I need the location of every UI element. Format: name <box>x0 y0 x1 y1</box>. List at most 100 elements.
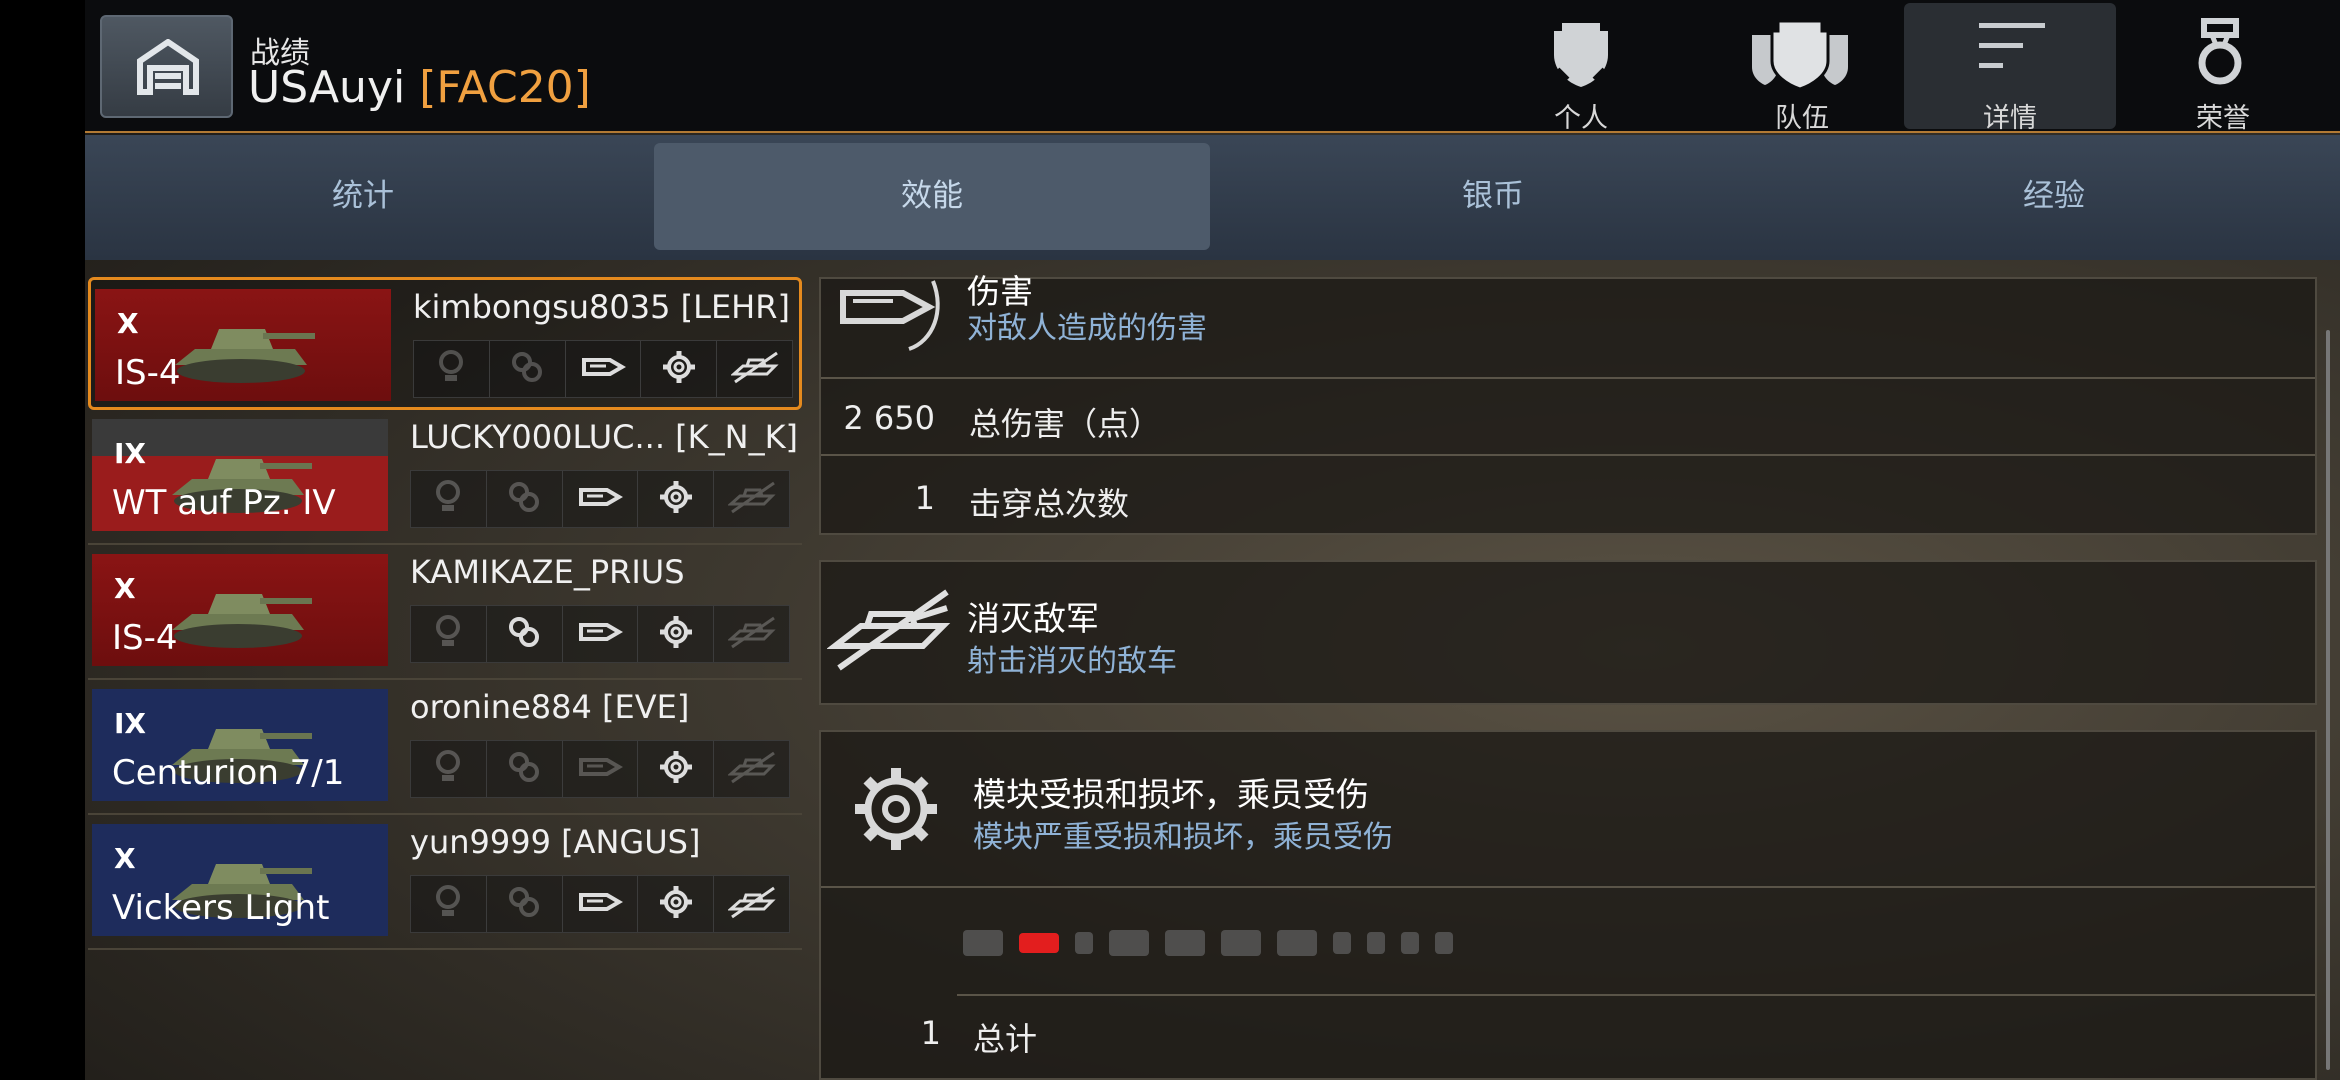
achievement-icons <box>410 740 790 798</box>
achievement-icons <box>410 470 790 528</box>
tab-credits[interactable]: 银币 <box>1215 143 1771 250</box>
tab-statistics[interactable]: 统计 <box>85 143 641 250</box>
modules-panel: 模块受损和损坏，乘员受伤 模块严重受损和损坏，乘员受伤 1 总计 <box>819 730 2317 1080</box>
clan-tag: [FAC20] <box>419 62 591 113</box>
achievement-slot <box>563 471 639 527</box>
achievement-slot <box>487 876 563 932</box>
achievement-slot <box>714 471 789 527</box>
assist-icon <box>506 884 542 924</box>
assist-icon <box>506 479 542 519</box>
achievement-slot <box>641 341 718 397</box>
shell-icon <box>577 887 623 921</box>
player-row[interactable]: IX WT auf Pz. IV LUCKY000LUC... [K_N_K] <box>88 410 802 545</box>
gear-icon <box>659 750 693 788</box>
achievement-slot <box>714 876 789 932</box>
shell-icon <box>577 482 623 516</box>
turret-icon <box>1165 930 1205 956</box>
driver-icon <box>1367 932 1385 954</box>
tier-label: IX <box>114 707 147 740</box>
penetrations-label: 击穿总次数 <box>969 485 1130 523</box>
kills-desc: 射击消灭的敌车 <box>967 644 1177 679</box>
nav-label: 队伍 <box>1775 103 1829 134</box>
lightbulb-icon <box>433 749 463 789</box>
shell-icon <box>580 352 626 386</box>
garage-button[interactable] <box>100 15 233 118</box>
assist-icon <box>506 749 542 789</box>
destroyed-tank-icon <box>726 480 776 518</box>
player-row[interactable]: X IS-4 KAMIKAZE_PRIUS <box>88 545 802 680</box>
nation-flag: IX WT auf Pz. IV <box>92 419 388 531</box>
modules-title: 模块受损和损坏，乘员受伤 <box>973 775 1369 814</box>
divider <box>821 377 2315 379</box>
divider <box>821 886 2315 888</box>
player-row[interactable]: X Vickers Light yun9999 [ANGUS] <box>88 815 802 950</box>
nav-label: 个人 <box>1554 103 1608 134</box>
achievement-slot <box>563 741 639 797</box>
ammo-rack-icon <box>1221 930 1261 956</box>
modules-desc: 模块严重受损和损坏，乘员受伤 <box>973 820 1393 855</box>
achievement-slot <box>411 606 487 662</box>
tab-experience[interactable]: 经验 <box>1776 143 2332 250</box>
tab-bar: 统计 效能 银币 经验 <box>85 135 2340 260</box>
achievement-slot <box>487 741 563 797</box>
tier-label: IX <box>114 437 147 470</box>
details-lines-icon <box>1979 23 2045 68</box>
achievement-slot <box>717 341 792 397</box>
vehicle-name: WT auf Pz. IV <box>112 483 336 523</box>
app-root: 战绩 USAuyi [FAC20] 个人 队伍 详情 荣誉 统计 效能 银币 经… <box>0 0 2340 1080</box>
achievement-slot <box>714 606 789 662</box>
gear-icon <box>659 885 693 923</box>
player-row[interactable]: IX Centurion 7/1 oronine884 [EVE] <box>88 680 802 815</box>
loader-icon <box>1435 932 1453 954</box>
tracks-icon <box>1019 933 1059 953</box>
shell-icon <box>577 752 623 786</box>
divider <box>957 994 2315 996</box>
achievement-slot <box>411 876 487 932</box>
module-icons-strip <box>963 930 1453 956</box>
fuel-tank-icon <box>1075 932 1093 954</box>
tank-icon <box>165 299 315 393</box>
destroyed-tank-icon <box>726 615 776 653</box>
damage-panel: 伤害 对敌人造成的伤害 2 650 总伤害（点） 1 击穿总次数 <box>819 272 2317 535</box>
player-row[interactable]: X IS-4 kimbongsu8035 [LEHR] <box>88 277 802 410</box>
destroyed-tank-icon <box>726 750 776 788</box>
garage-icon <box>137 39 199 95</box>
tier-label: X <box>114 572 136 605</box>
total-damage-label: 总伤害（点） <box>969 405 1162 443</box>
total-damage-value: 2 650 <box>843 399 935 437</box>
gear-icon <box>855 768 937 850</box>
tab-efficiency[interactable]: 效能 <box>654 143 1210 250</box>
destroyed-tank-icon <box>729 350 779 388</box>
nav-team-button[interactable]: 队伍 <box>1696 3 1908 134</box>
achievement-slot <box>638 606 715 662</box>
tier-label: X <box>117 307 139 340</box>
gun-icon <box>1109 930 1149 956</box>
tier-label: X <box>114 842 136 875</box>
penetrations-value: 1 <box>914 479 935 517</box>
lightbulb-icon <box>436 349 466 389</box>
screen-cutout <box>0 0 85 1080</box>
achievement-slot <box>490 341 566 397</box>
lightbulb-icon <box>433 614 463 654</box>
nav-honor-button[interactable]: 荣誉 <box>2117 3 2329 134</box>
achievement-slot <box>487 606 563 662</box>
player-name: USAuyi <box>248 62 406 113</box>
modules-total-value: 1 <box>920 1014 941 1052</box>
achievement-slot <box>638 876 715 932</box>
achievement-slot <box>414 341 490 397</box>
assist-icon <box>509 349 545 389</box>
lightbulb-icon <box>433 884 463 924</box>
achievement-slot <box>638 471 715 527</box>
achievement-slot <box>563 606 639 662</box>
team-shields-icon <box>1752 19 1848 89</box>
vehicle-name: Centurion 7/1 <box>112 753 345 793</box>
lightbulb-icon <box>433 479 463 519</box>
scrollbar[interactable] <box>2326 330 2330 1070</box>
player-name: KAMIKAZE_PRIUS <box>410 553 685 591</box>
divider <box>821 454 2315 456</box>
nav-personal-button[interactable]: 个人 <box>1475 3 1687 134</box>
nav-label: 详情 <box>1983 103 2037 134</box>
vehicle-name: IS-4 <box>112 618 178 658</box>
nav-details-button[interactable]: 详情 <box>1904 3 2116 134</box>
gear-icon <box>659 615 693 653</box>
